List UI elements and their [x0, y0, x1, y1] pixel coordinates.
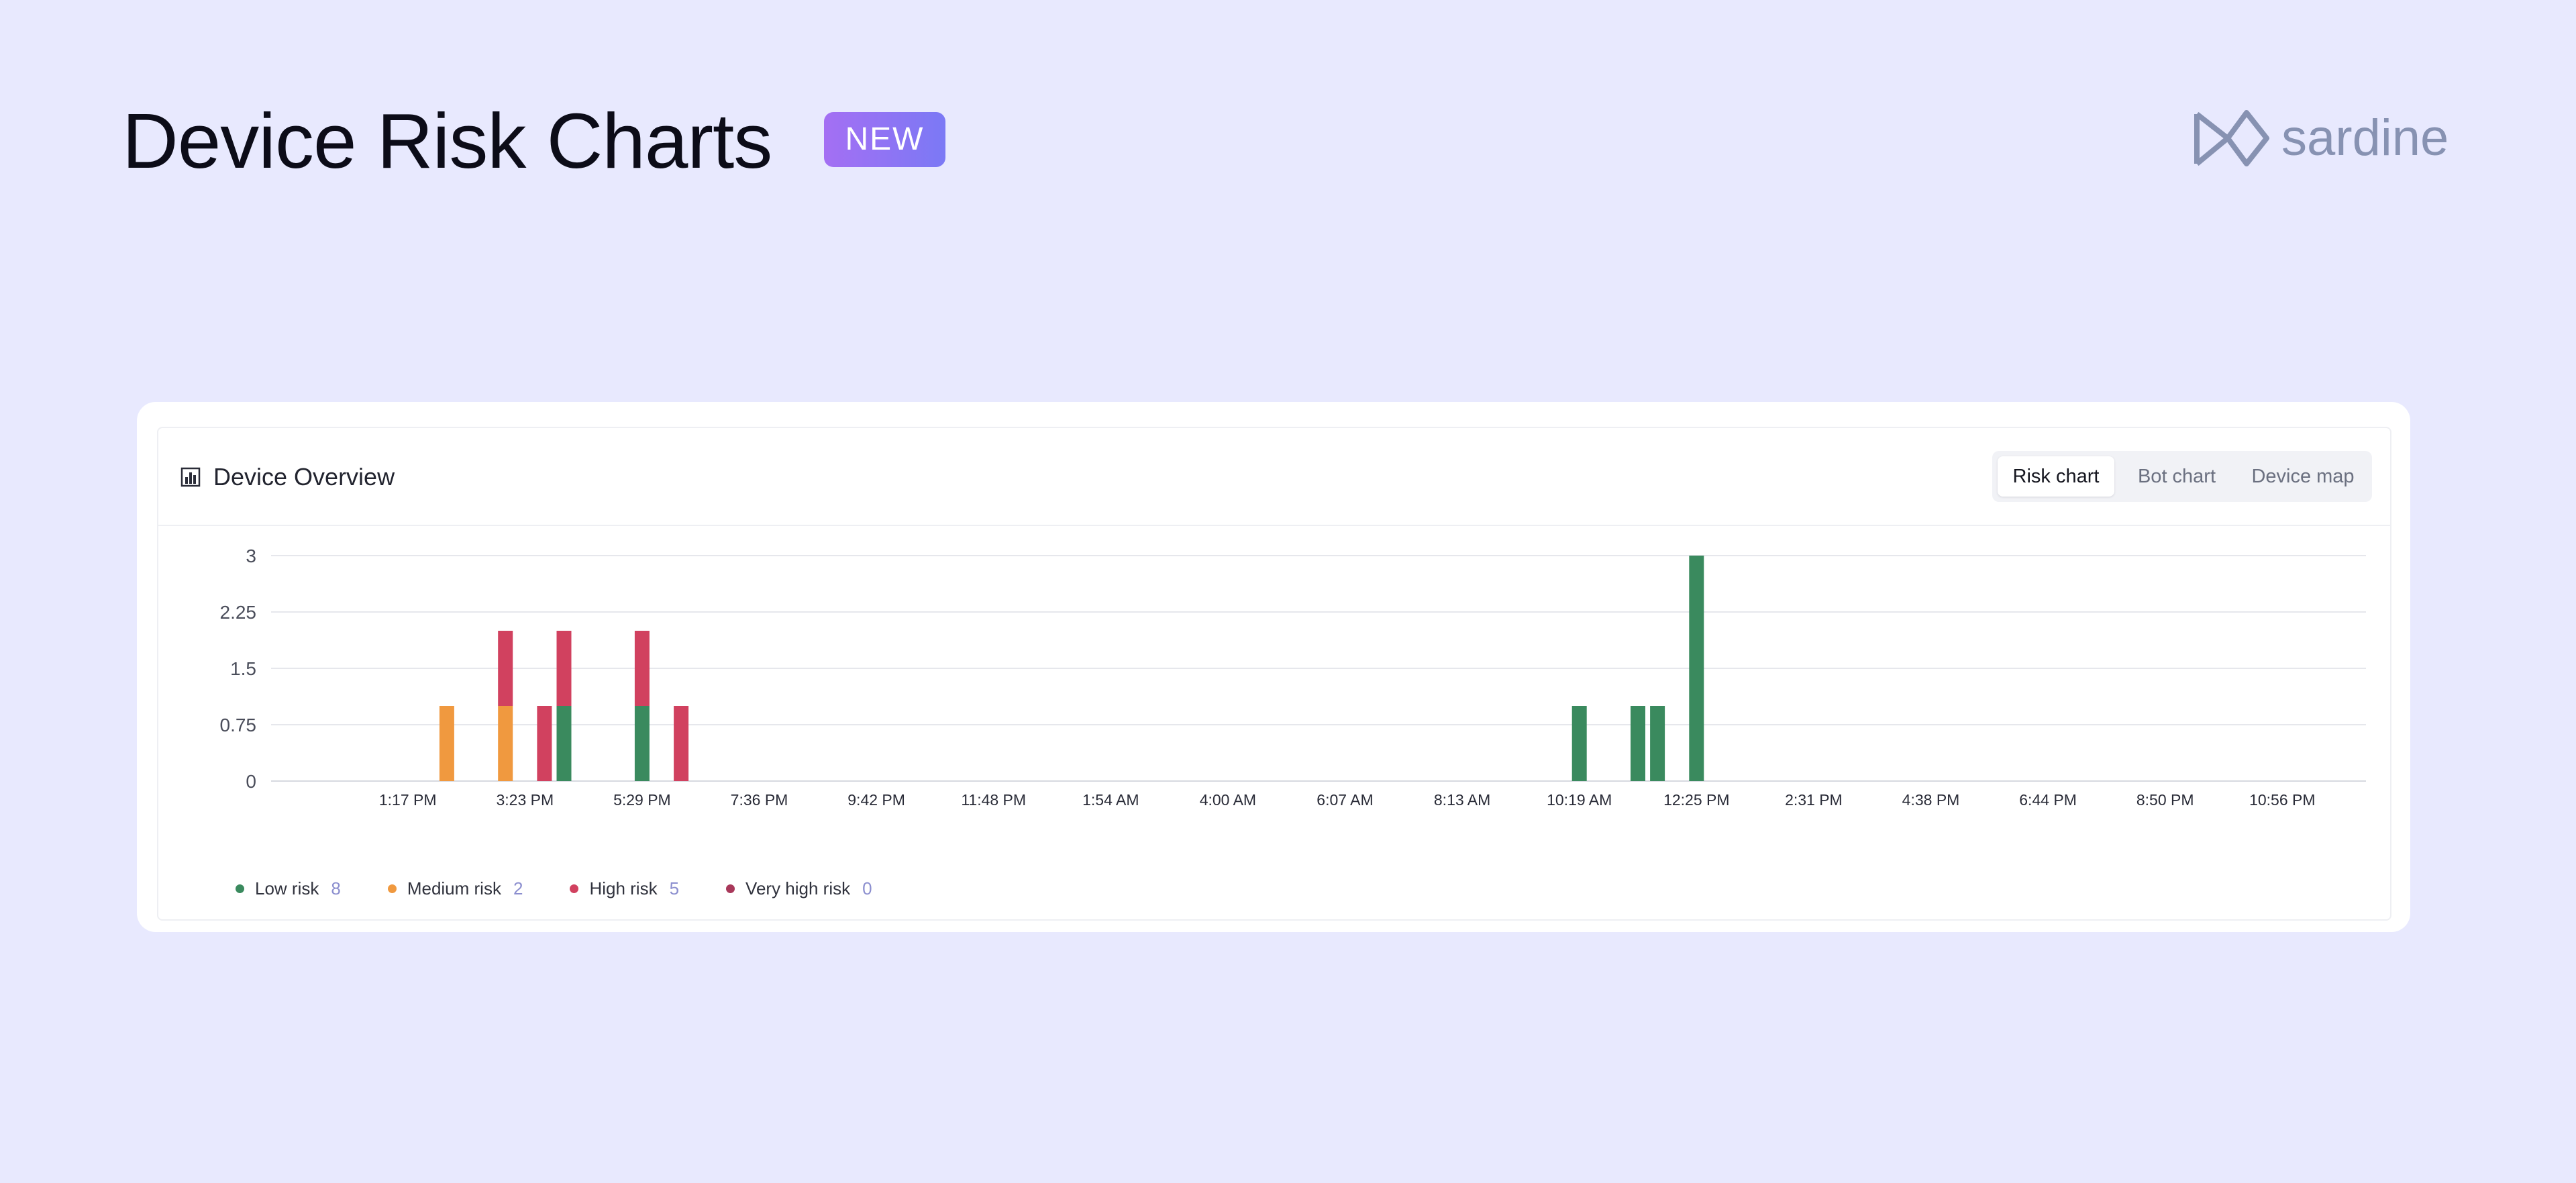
- x-tick-label: 7:36 PM: [731, 791, 788, 809]
- brand-name: sardine: [2281, 109, 2449, 166]
- bar-low-risk: [556, 706, 572, 781]
- legend-count: 5: [669, 878, 680, 898]
- x-tick-label: 1:54 AM: [1082, 791, 1139, 809]
- y-tick-label: 2.25: [220, 602, 257, 623]
- bar-high-risk: [498, 631, 513, 706]
- x-tick-label: 11:48 PM: [961, 791, 1026, 809]
- x-tick-label: 5:29 PM: [613, 791, 671, 809]
- bar-medium-risk: [439, 706, 454, 781]
- y-tick-label: 3: [246, 546, 256, 566]
- x-tick-label: 1:17 PM: [379, 791, 437, 809]
- bar-low-risk: [634, 706, 650, 781]
- legend-dot-icon: [570, 884, 579, 893]
- bar-low-risk: [1650, 706, 1665, 781]
- bar-medium-risk: [498, 706, 513, 781]
- bar-high-risk: [674, 706, 689, 781]
- x-tick-label: 9:42 PM: [847, 791, 905, 809]
- x-tick-label: 2:31 PM: [1785, 791, 1843, 809]
- device-overview-panel: Device Overview Risk chart Bot chart Dev…: [157, 427, 2391, 921]
- legend-dot-icon: [387, 884, 397, 893]
- legend-dot-icon: [236, 884, 244, 893]
- legend-label: Very high risk: [745, 878, 851, 898]
- legend-count: 0: [862, 878, 872, 898]
- legend-item-low-risk[interactable]: Low risk 8: [236, 878, 341, 899]
- page-title: Device Risk Charts: [122, 97, 772, 185]
- x-tick-label: 6:07 AM: [1317, 791, 1373, 809]
- bar-high-risk: [634, 631, 650, 706]
- y-tick-label: 1.5: [230, 658, 256, 679]
- legend-dot-icon: [726, 884, 735, 893]
- brand-logo[interactable]: sardine: [2193, 105, 2449, 172]
- legend-item-medium-risk[interactable]: Medium risk 2: [387, 878, 523, 899]
- legend-item-high-risk[interactable]: High risk 5: [570, 878, 679, 899]
- bar-low-risk: [1572, 706, 1587, 781]
- x-tick-label: 4:00 AM: [1200, 791, 1256, 809]
- x-tick-label: 10:56 PM: [2249, 791, 2315, 809]
- y-tick-label: 0: [246, 771, 256, 792]
- chart-legend: Low risk 8 Medium risk 2 High risk 5 Very high…: [236, 875, 919, 902]
- legend-label: High risk: [589, 878, 658, 898]
- x-tick-label: 8:13 AM: [1434, 791, 1490, 809]
- bar-high-risk: [556, 631, 572, 706]
- y-tick-label: 0.75: [220, 715, 257, 735]
- legend-item-very-high-risk[interactable]: Very high risk 0: [726, 878, 872, 899]
- bar-low-risk: [1689, 556, 1704, 781]
- x-tick-label: 8:50 PM: [2136, 791, 2194, 809]
- bar-low-risk: [1631, 706, 1645, 781]
- x-tick-label: 10:19 AM: [1547, 791, 1612, 809]
- legend-label: Medium risk: [407, 878, 501, 898]
- risk-chart: 0 0.75 1.5 2.25 3 1:17 PM 3:23 PM 5:29 PM 7:36 P…: [220, 546, 2366, 809]
- bar-high-risk: [537, 706, 552, 781]
- x-tick-label: 6:44 PM: [2019, 791, 2077, 809]
- legend-count: 2: [513, 878, 523, 898]
- new-badge: NEW: [824, 112, 945, 167]
- legend-count: 8: [331, 878, 341, 898]
- sardine-logo-icon: [2194, 110, 2269, 166]
- x-tick-label: 12:25 PM: [1663, 791, 1729, 809]
- x-tick-label: 4:38 PM: [1902, 791, 1960, 809]
- x-tick-label: 3:23 PM: [496, 791, 554, 809]
- legend-label: Low risk: [255, 878, 319, 898]
